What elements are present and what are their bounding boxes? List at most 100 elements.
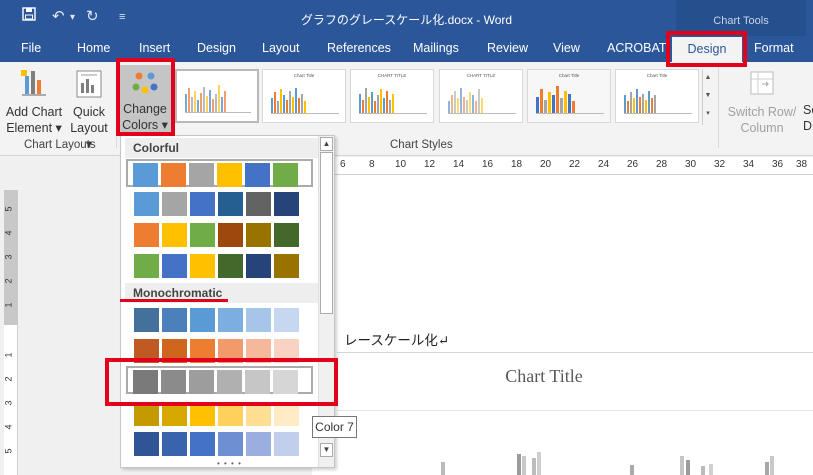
color-swatch (246, 254, 271, 278)
quick-layout-label: Quick (73, 105, 105, 119)
switch-row-column-icon (750, 71, 774, 95)
annotation-box-change-colors (116, 58, 175, 136)
chart-style-title: Chart Title (558, 73, 580, 78)
scroll-up-icon[interactable]: ▲ (320, 137, 333, 151)
color-swatch (190, 432, 215, 456)
chart-bar (770, 456, 774, 475)
tab-format[interactable]: Format (754, 36, 794, 62)
document-paragraph[interactable]: レースケール化↵ (344, 329, 449, 349)
tab-design-doc[interactable]: Design (197, 36, 236, 62)
chart-style-4[interactable]: CHART TITLE (439, 69, 523, 123)
tab-layout[interactable]: Layout (262, 36, 300, 62)
color-swatch (189, 163, 214, 187)
tab-home[interactable]: Home (77, 36, 110, 62)
color-swatch (134, 432, 159, 456)
quick-layout-icon (76, 70, 102, 98)
monochromatic-palette-5[interactable] (132, 430, 301, 458)
select-data-label: Se (803, 103, 813, 117)
color-swatch (273, 163, 298, 187)
colorful-palette-2[interactable] (132, 190, 301, 218)
group-label-chart-styles: Chart Styles (390, 139, 453, 151)
scroll-down-icon[interactable]: ▼ (320, 443, 333, 457)
chart-bar (522, 456, 526, 475)
color-swatch (161, 163, 186, 187)
select-data-button[interactable]: Se D (803, 102, 813, 134)
color-swatch (162, 223, 187, 247)
colorful-palette-1[interactable] (126, 159, 313, 187)
color-swatch (134, 192, 159, 216)
chart-bar (709, 464, 713, 475)
chart-style-bars (624, 83, 692, 113)
tab-references[interactable]: References (327, 36, 391, 62)
color-swatch (246, 308, 271, 332)
gallery-up-icon[interactable]: ▲ (703, 69, 713, 87)
select-data-label-2: D (803, 119, 813, 133)
chart-title[interactable]: Chart Title (337, 366, 751, 387)
color-swatch (162, 192, 187, 216)
tab-file[interactable]: File (21, 36, 41, 62)
colorful-palette-4[interactable] (132, 252, 301, 280)
add-chart-element-label: Add Chart (5, 105, 63, 119)
chart-style-bars (448, 83, 516, 113)
color-swatch (162, 254, 187, 278)
color-swatch (190, 223, 215, 247)
color-swatch (133, 163, 158, 187)
chart-style-6[interactable]: Chart Title (615, 69, 699, 123)
group-label-chart-layouts: Chart Layouts (24, 139, 96, 151)
gallery-down-icon[interactable]: ▼ (703, 87, 713, 105)
chart-bar (765, 462, 769, 475)
color-swatch (162, 432, 187, 456)
colorful-header: Colorful (125, 138, 318, 158)
add-chart-element-icon (21, 70, 46, 96)
color-swatch (134, 308, 159, 332)
color-swatch (246, 223, 271, 247)
switch-row-column-button[interactable]: Switch Row/ Column (722, 66, 802, 135)
switch-row-column-label: Switch Row/ (727, 105, 797, 119)
tab-acrobat[interactable]: ACROBAT (607, 36, 667, 62)
chart-bar (517, 454, 521, 475)
color-swatch (274, 192, 299, 216)
chart-bar (686, 460, 690, 475)
colorful-palette-3[interactable] (132, 221, 301, 249)
add-chart-element-button[interactable]: Add Chart Element ▾ (2, 66, 66, 135)
color-swatch (245, 163, 270, 187)
monochromatic-palette-1[interactable] (132, 306, 301, 334)
scroll-thumb[interactable] (320, 152, 333, 314)
tab-mailings[interactable]: Mailings (413, 36, 459, 62)
palette-tooltip: Color 7 (312, 416, 357, 438)
quick-layout-button[interactable]: Quick Layout ▾ (66, 66, 112, 151)
chart-style-bars (359, 83, 427, 113)
chart-plot-area (337, 411, 813, 475)
chart-style-2[interactable]: Chart Title (262, 69, 346, 123)
gallery-more-icon[interactable]: ▾ (703, 105, 713, 123)
chart-style-1[interactable] (175, 69, 259, 123)
chart-bar (441, 462, 445, 475)
resize-grip-icon[interactable]: • • • • (217, 459, 242, 468)
color-swatch (218, 223, 243, 247)
color-swatch (274, 223, 299, 247)
color-swatch (246, 432, 271, 456)
chart-bar (680, 456, 684, 475)
chart-style-bars (271, 83, 339, 113)
chart-style-5[interactable]: Chart Title (527, 69, 611, 123)
color-swatch (246, 192, 271, 216)
chart-style-bars (185, 82, 251, 112)
color-swatch (190, 308, 215, 332)
chart-style-title: Chart Title (646, 73, 668, 78)
chart-style-3[interactable]: CHART TITLE (350, 69, 434, 123)
color-swatch (274, 432, 299, 456)
chart-object[interactable]: Chart Title (337, 352, 813, 475)
chart-bar (701, 466, 705, 475)
chart-style-title: CHART TITLE (377, 73, 407, 78)
color-swatch (217, 163, 242, 187)
color-swatch (162, 308, 187, 332)
tab-review[interactable]: Review (487, 36, 528, 62)
color-swatch (218, 308, 243, 332)
switch-row-column-label-2: Column (740, 121, 784, 135)
color-swatch (190, 192, 215, 216)
chart-bar (532, 458, 536, 475)
color-swatch (274, 254, 299, 278)
color-swatch (218, 432, 243, 456)
tab-view[interactable]: View (553, 36, 580, 62)
color-swatch (218, 254, 243, 278)
